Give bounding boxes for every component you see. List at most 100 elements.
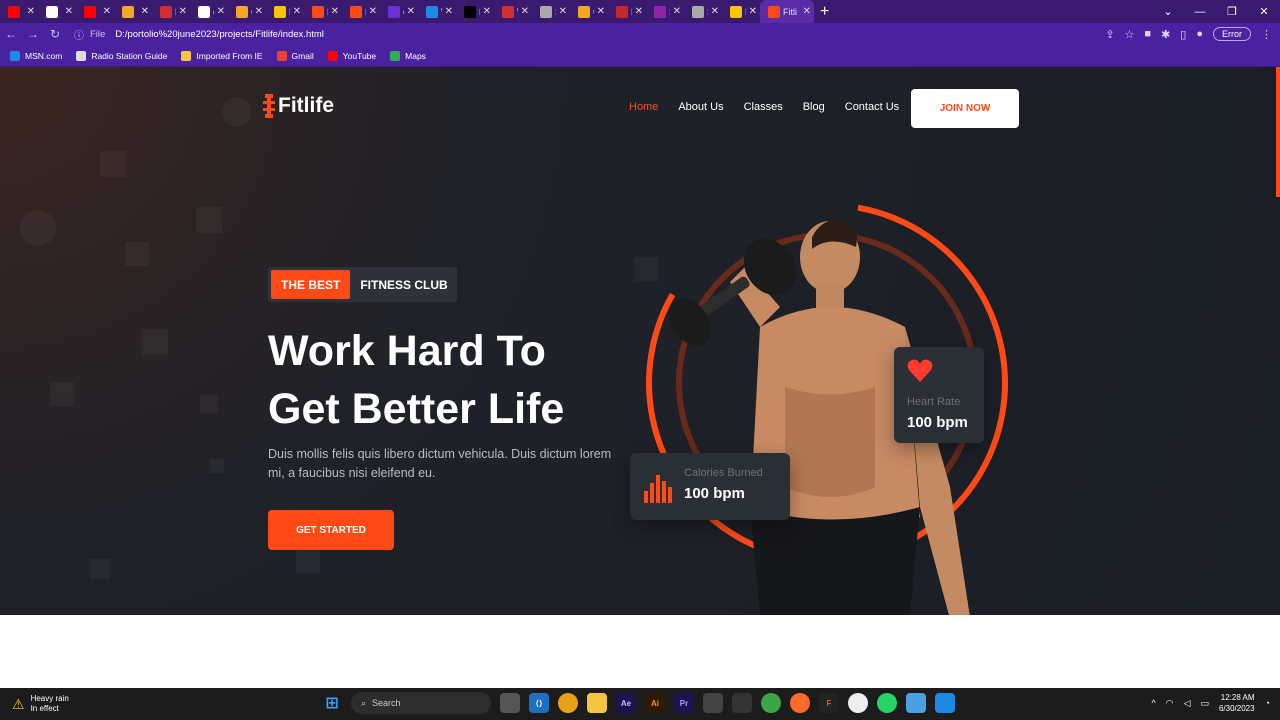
volume-icon[interactable]: ◁: [1184, 698, 1191, 709]
battery-icon[interactable]: ▭: [1200, 698, 1209, 709]
tab-close-icon[interactable]: ✕: [803, 6, 811, 17]
tab-close-icon[interactable]: ✕: [521, 6, 529, 17]
app-icon[interactable]: [790, 693, 810, 713]
join-now-button[interactable]: JOIN NOW: [911, 89, 1019, 128]
browser-tab[interactable]: ✕: [38, 0, 76, 23]
minimize-icon[interactable]: —: [1184, 6, 1216, 18]
tab-close-icon[interactable]: ✕: [635, 6, 643, 17]
premiere-icon[interactable]: Pr: [674, 693, 694, 713]
after-effects-icon[interactable]: Ae: [616, 693, 636, 713]
share-icon[interactable]: ⇪: [1105, 28, 1114, 41]
wifi-icon[interactable]: ◠: [1166, 698, 1174, 709]
extension-icon[interactable]: ■: [1144, 28, 1151, 40]
browser-tab[interactable]: Mal✕: [456, 0, 494, 23]
app-icon[interactable]: [703, 693, 723, 713]
browser-tab[interactable]: Grill✕: [228, 0, 266, 23]
app-icon[interactable]: [761, 693, 781, 713]
nav-classes[interactable]: Classes: [744, 101, 783, 113]
tab-close-icon[interactable]: ✕: [407, 6, 415, 17]
bookmark-star-icon[interactable]: ☆: [1125, 28, 1135, 41]
browser-tab[interactable]: ✕: [114, 0, 152, 23]
browser-tab[interactable]: Stor✕: [684, 0, 722, 23]
tab-close-icon[interactable]: ✕: [255, 6, 263, 17]
chrome-icon[interactable]: [558, 693, 578, 713]
tab-title: Fitlif: [365, 7, 366, 17]
forward-icon[interactable]: →: [22, 27, 44, 41]
app-icon[interactable]: [935, 693, 955, 713]
tab-close-icon[interactable]: ✕: [217, 6, 225, 17]
taskbar-search[interactable]: ⌕ Search: [351, 692, 491, 714]
browser-tab[interactable]: Fitlif✕: [342, 0, 380, 23]
tab-search-icon[interactable]: ⌄: [1152, 5, 1184, 18]
url-field[interactable]: ⓘ File D:/portolio%20june2023/projects/F…: [74, 24, 1054, 44]
whatsapp-icon[interactable]: [877, 693, 897, 713]
figma-icon[interactable]: F: [819, 693, 839, 713]
bookmark-item[interactable]: MSN.com: [10, 50, 62, 61]
nav-about-us[interactable]: About Us: [678, 101, 723, 113]
tab-close-icon[interactable]: ✕: [445, 6, 453, 17]
app-icon[interactable]: [732, 693, 752, 713]
browser-tab[interactable]: Free✕: [722, 0, 760, 23]
vscode-icon[interactable]: ⟨⟩: [529, 693, 549, 713]
tab-close-icon[interactable]: ✕: [369, 6, 377, 17]
browser-tab[interactable]: Film✕: [266, 0, 304, 23]
error-button[interactable]: Error: [1213, 27, 1251, 41]
extensions-puzzle-icon[interactable]: ✱: [1161, 28, 1170, 41]
browser-tab[interactable]: ✕: [76, 0, 114, 23]
browser-tab[interactable]: Fitli ✕: [760, 0, 814, 23]
tab-close-icon[interactable]: ✕: [103, 6, 111, 17]
nav-contact-us[interactable]: Contact Us: [845, 101, 899, 113]
new-tab-button[interactable]: +: [820, 3, 829, 21]
browser-tab[interactable]: devi✕: [380, 0, 418, 23]
file-explorer-icon[interactable]: [587, 693, 607, 713]
tab-close-icon[interactable]: ✕: [483, 6, 491, 17]
nav-home[interactable]: Home: [629, 101, 658, 113]
tab-close-icon[interactable]: ✕: [749, 6, 757, 17]
site-logo[interactable]: Fitlife: [262, 94, 334, 118]
bookmark-item[interactable]: Maps: [390, 50, 426, 61]
close-window-icon[interactable]: ✕: [1248, 5, 1280, 18]
browser-tab[interactable]: Stor✕: [532, 0, 570, 23]
tab-close-icon[interactable]: ✕: [27, 6, 35, 17]
app-icon[interactable]: [848, 693, 868, 713]
weather-widget[interactable]: ⚠ Heavy rain In effect: [0, 694, 240, 714]
get-started-button[interactable]: GET STARTED: [268, 510, 394, 550]
tab-close-icon[interactable]: ✕: [559, 6, 567, 17]
sidebar-icon[interactable]: ▯: [1180, 28, 1186, 41]
browser-tab[interactable]: ✕: [0, 0, 38, 23]
tab-close-icon[interactable]: ✕: [711, 6, 719, 17]
browser-tab[interactable]: Best✕: [152, 0, 190, 23]
tab-close-icon[interactable]: ✕: [141, 6, 149, 17]
browser-tab[interactable]: Fitlif✕: [304, 0, 342, 23]
tab-close-icon[interactable]: ✕: [65, 6, 73, 17]
reload-icon[interactable]: ↻: [44, 27, 66, 41]
browser-tab[interactable]: Wh✕: [418, 0, 456, 23]
tab-close-icon[interactable]: ✕: [179, 6, 187, 17]
bookmark-item[interactable]: Gmail: [276, 50, 314, 61]
browser-tab[interactable]: Grill✕: [570, 0, 608, 23]
task-view-icon[interactable]: [500, 693, 520, 713]
tab-close-icon[interactable]: ✕: [673, 6, 681, 17]
tab-close-icon[interactable]: ✕: [597, 6, 605, 17]
tab-close-icon[interactable]: ✕: [293, 6, 301, 17]
browser-tab[interactable]: code✕: [190, 0, 228, 23]
nav-blog[interactable]: Blog: [803, 101, 825, 113]
clock[interactable]: 12:28 AM 6/30/2023: [1219, 692, 1255, 714]
illustrator-icon[interactable]: Ai: [645, 693, 665, 713]
profile-avatar-icon[interactable]: ●: [1196, 28, 1203, 40]
tray-chevron-icon[interactable]: ^: [1151, 698, 1155, 708]
windows-start-icon[interactable]: ⊞: [322, 693, 342, 713]
notification-icon[interactable]: ◔: [1265, 698, 1270, 708]
browser-tab[interactable]: Wo✕: [494, 0, 532, 23]
bookmark-item[interactable]: Radio Station Guide: [76, 50, 167, 61]
back-icon[interactable]: ←: [0, 27, 22, 41]
notepad-icon[interactable]: [906, 693, 926, 713]
menu-kebab-icon[interactable]: ⋮: [1261, 28, 1272, 41]
restore-icon[interactable]: ❐: [1216, 5, 1248, 18]
bookmark-item[interactable]: Imported From IE: [181, 50, 263, 61]
browser-tab[interactable]: Swa✕: [646, 0, 684, 23]
tab-close-icon[interactable]: ✕: [331, 6, 339, 17]
browser-tab[interactable]: Mus✕: [608, 0, 646, 23]
page-scrollbar[interactable]: [1276, 67, 1280, 197]
bookmark-item[interactable]: YouTube: [327, 50, 376, 61]
